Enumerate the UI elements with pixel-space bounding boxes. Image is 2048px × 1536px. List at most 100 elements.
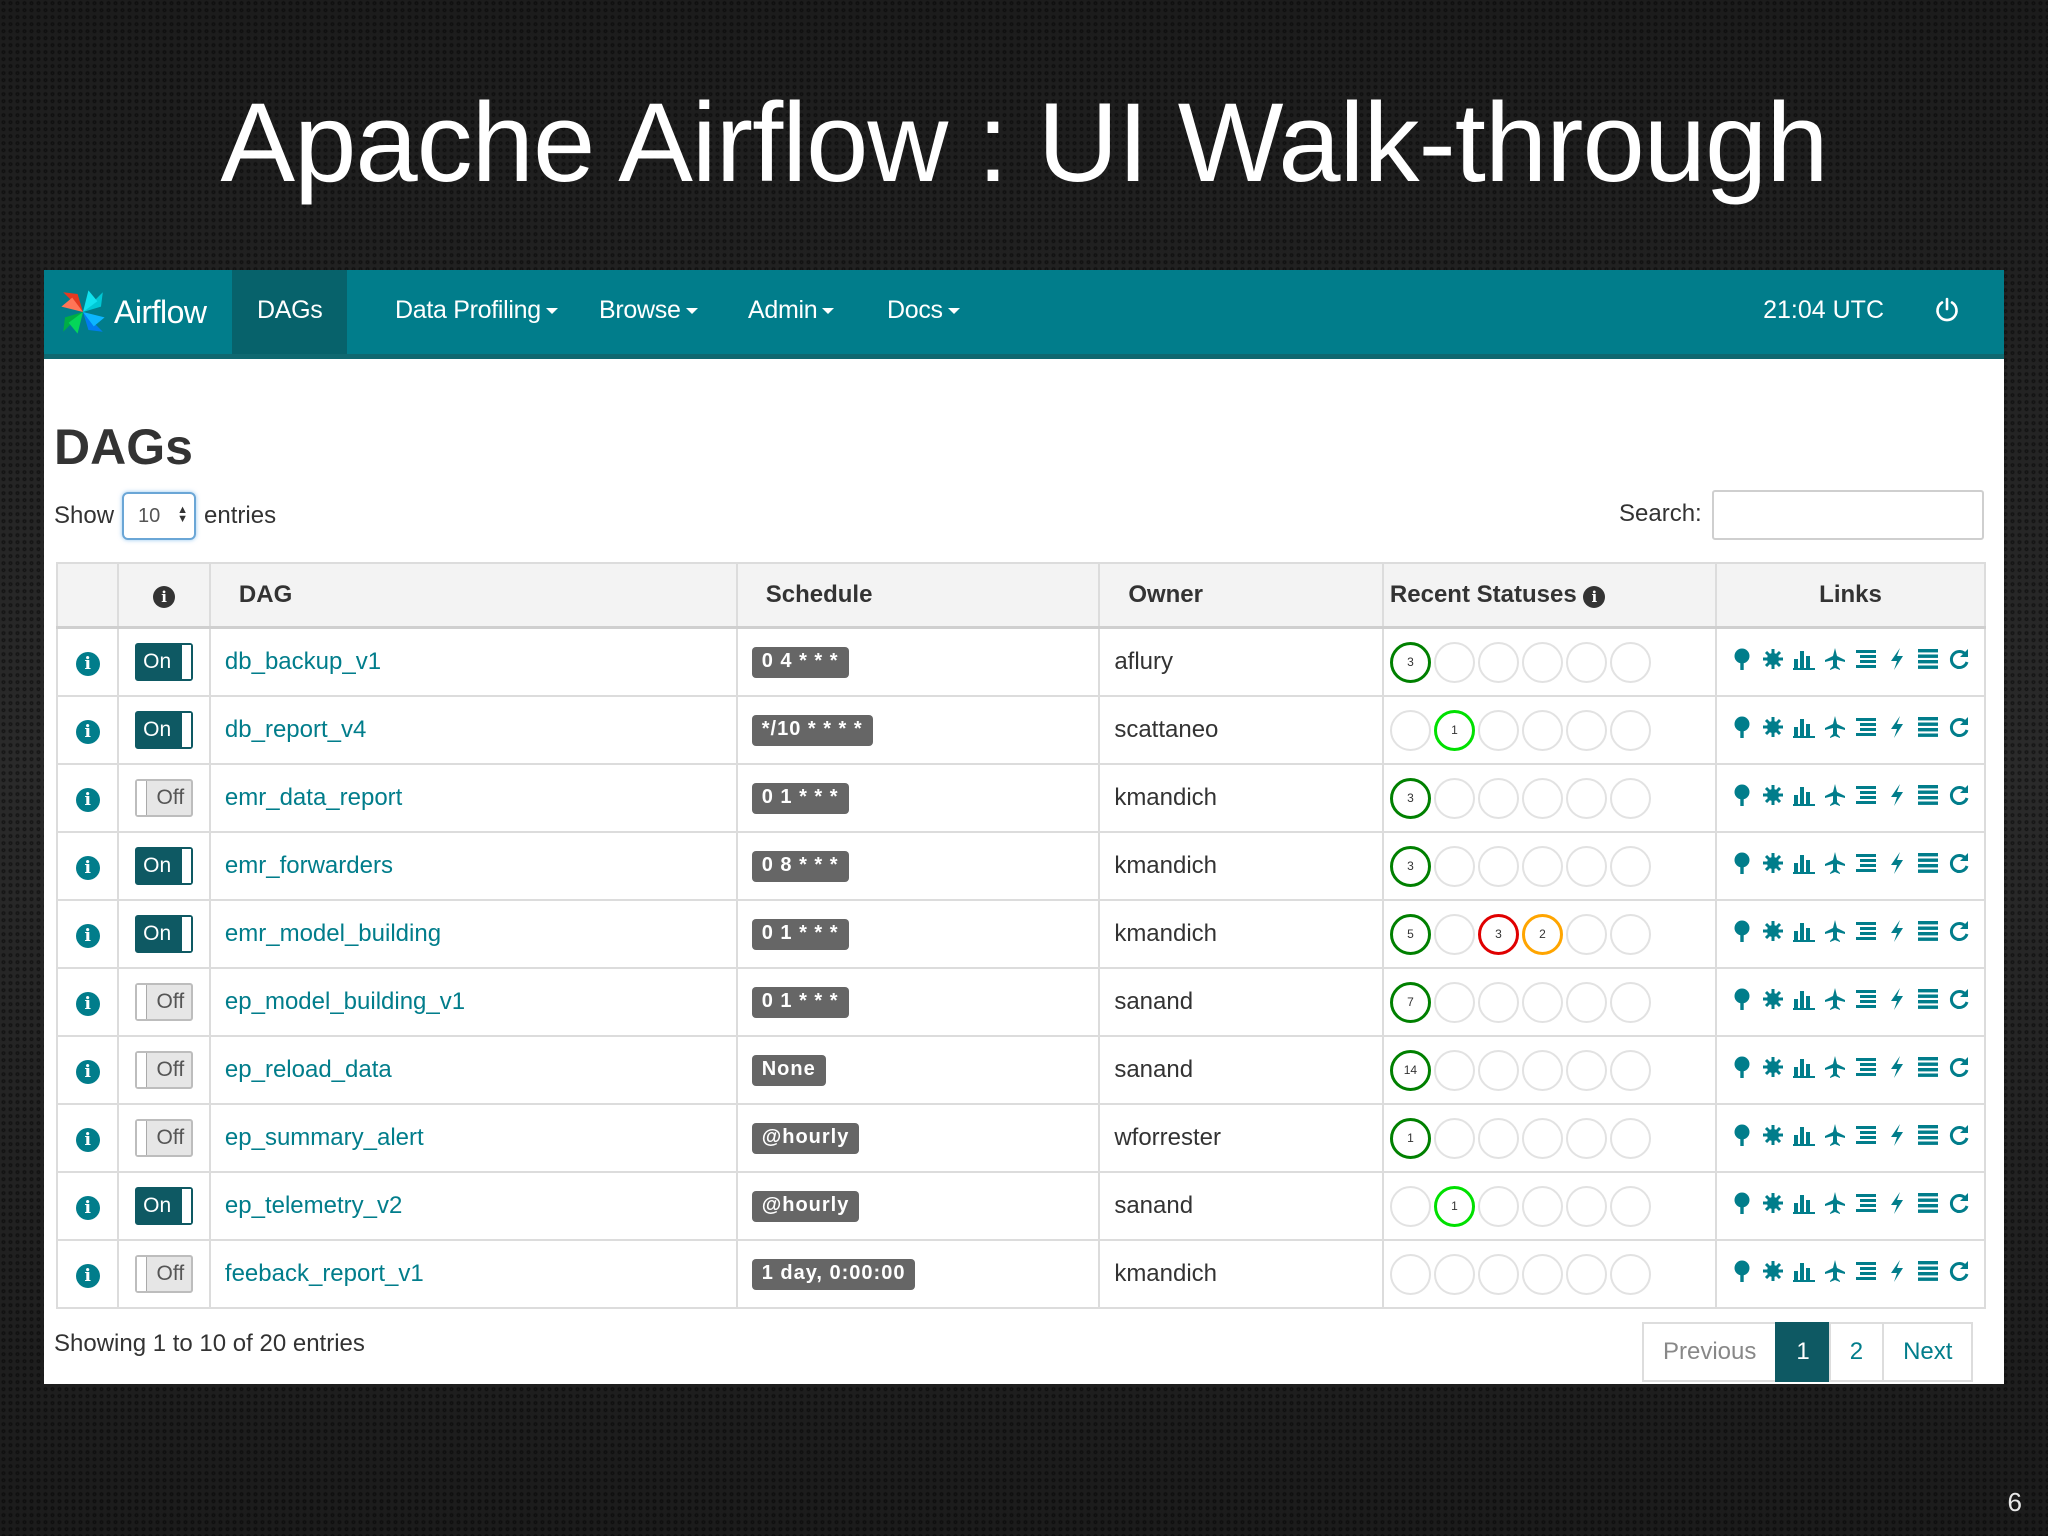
refresh-icon[interactable] <box>1948 715 1970 746</box>
trigger-dag-icon[interactable] <box>1886 919 1908 950</box>
dag-link[interactable]: ep_summary_alert <box>225 1124 424 1151</box>
status-circle[interactable] <box>1565 845 1607 887</box>
status-circle[interactable] <box>1609 981 1651 1023</box>
pagination-next-button[interactable]: Next <box>1882 1322 1974 1382</box>
trigger-dag-icon[interactable] <box>1886 1191 1908 1222</box>
status-circle[interactable] <box>1477 1185 1519 1227</box>
status-circle[interactable] <box>1389 1253 1431 1295</box>
graph-view-icon[interactable] <box>1762 1123 1784 1154</box>
status-circle[interactable]: 1 <box>1389 1117 1431 1159</box>
tree-view-icon[interactable] <box>1731 783 1753 814</box>
status-circle[interactable] <box>1565 913 1607 955</box>
status-circle[interactable]: 5 <box>1389 913 1431 955</box>
status-circle[interactable] <box>1565 641 1607 683</box>
status-circle[interactable] <box>1477 1253 1519 1295</box>
graph-view-icon[interactable] <box>1762 1191 1784 1222</box>
refresh-icon[interactable] <box>1948 1191 1970 1222</box>
status-circle[interactable] <box>1609 1185 1651 1227</box>
gantt-icon[interactable] <box>1824 987 1846 1018</box>
dag-toggle[interactable]: Off <box>135 1255 194 1293</box>
status-circle[interactable] <box>1609 777 1651 819</box>
refresh-icon[interactable] <box>1948 919 1970 950</box>
status-circle[interactable] <box>1521 1253 1563 1295</box>
refresh-icon[interactable] <box>1948 647 1970 678</box>
code-view-icon[interactable] <box>1855 783 1877 814</box>
duration-chart-icon[interactable] <box>1793 783 1815 814</box>
status-circle[interactable] <box>1609 845 1651 887</box>
status-circle[interactable]: 3 <box>1389 641 1431 683</box>
dag-link[interactable]: ep_reload_data <box>225 1056 392 1083</box>
pagination-page-1[interactable]: 1 <box>1775 1322 1831 1382</box>
trigger-dag-icon[interactable] <box>1886 851 1908 882</box>
dag-link[interactable]: emr_model_building <box>225 920 441 947</box>
status-circle[interactable] <box>1565 981 1607 1023</box>
tree-view-icon[interactable] <box>1731 987 1753 1018</box>
info-icon[interactable]: i <box>75 992 100 1016</box>
duration-chart-icon[interactable] <box>1793 1055 1815 1086</box>
code-view-icon[interactable] <box>1855 647 1877 678</box>
status-circle[interactable] <box>1609 709 1651 751</box>
brand[interactable]: Airflow <box>56 284 207 340</box>
dag-toggle[interactable]: Off <box>135 1051 194 1089</box>
tree-view-icon[interactable] <box>1731 851 1753 882</box>
info-icon[interactable]: i <box>75 720 100 744</box>
tree-view-icon[interactable] <box>1731 647 1753 678</box>
pagination-previous-button[interactable]: Previous <box>1642 1322 1778 1382</box>
info-icon[interactable]: i <box>75 788 100 812</box>
graph-view-icon[interactable] <box>1762 987 1784 1018</box>
dag-toggle[interactable]: On <box>135 643 194 681</box>
dag-link[interactable]: ep_telemetry_v2 <box>225 1192 402 1219</box>
refresh-icon[interactable] <box>1948 783 1970 814</box>
header-schedule[interactable]: Schedule <box>735 562 1101 629</box>
status-circle[interactable] <box>1565 777 1607 819</box>
gantt-icon[interactable] <box>1824 1191 1846 1222</box>
status-circle[interactable] <box>1609 641 1651 683</box>
logs-icon[interactable] <box>1917 1191 1939 1222</box>
refresh-icon[interactable] <box>1948 851 1970 882</box>
status-circle[interactable]: 1 <box>1433 709 1475 751</box>
dag-toggle[interactable]: On <box>135 915 194 953</box>
status-circle[interactable]: 1 <box>1433 1185 1475 1227</box>
duration-chart-icon[interactable] <box>1793 1191 1815 1222</box>
status-circle[interactable] <box>1433 1253 1475 1295</box>
trigger-dag-icon[interactable] <box>1886 715 1908 746</box>
status-circle[interactable] <box>1477 845 1519 887</box>
tree-view-icon[interactable] <box>1731 1259 1753 1290</box>
status-circle[interactable]: 14 <box>1389 1049 1431 1091</box>
graph-view-icon[interactable] <box>1762 783 1784 814</box>
dag-toggle[interactable]: On <box>135 711 194 749</box>
tree-view-icon[interactable] <box>1731 715 1753 746</box>
code-view-icon[interactable] <box>1855 1055 1877 1086</box>
gantt-icon[interactable] <box>1824 1123 1846 1154</box>
status-circle[interactable] <box>1433 1049 1475 1091</box>
status-circle[interactable] <box>1521 709 1563 751</box>
graph-view-icon[interactable] <box>1762 1055 1784 1086</box>
graph-view-icon[interactable] <box>1762 851 1784 882</box>
gantt-icon[interactable] <box>1824 783 1846 814</box>
header-owner[interactable]: Owner <box>1098 562 1384 629</box>
duration-chart-icon[interactable] <box>1793 851 1815 882</box>
graph-view-icon[interactable] <box>1762 919 1784 950</box>
status-circle[interactable] <box>1433 845 1475 887</box>
status-circle[interactable] <box>1609 1049 1651 1091</box>
status-circle[interactable] <box>1521 1185 1563 1227</box>
trigger-dag-icon[interactable] <box>1886 1055 1908 1086</box>
refresh-icon[interactable] <box>1948 987 1970 1018</box>
logs-icon[interactable] <box>1917 919 1939 950</box>
gantt-icon[interactable] <box>1824 851 1846 882</box>
status-circle[interactable] <box>1565 1253 1607 1295</box>
status-circle[interactable]: 3 <box>1477 913 1519 955</box>
nav-admin[interactable]: Admin <box>723 270 859 354</box>
logs-icon[interactable] <box>1917 851 1939 882</box>
status-circle[interactable] <box>1521 1117 1563 1159</box>
code-view-icon[interactable] <box>1855 1123 1877 1154</box>
duration-chart-icon[interactable] <box>1793 1123 1815 1154</box>
status-circle[interactable] <box>1521 777 1563 819</box>
duration-chart-icon[interactable] <box>1793 1259 1815 1290</box>
info-icon[interactable]: i <box>75 924 100 948</box>
info-icon[interactable]: i <box>75 1264 100 1288</box>
code-view-icon[interactable] <box>1855 919 1877 950</box>
gantt-icon[interactable] <box>1824 715 1846 746</box>
pagination-page-2[interactable]: 2 <box>1828 1322 1885 1382</box>
logs-icon[interactable] <box>1917 1055 1939 1086</box>
